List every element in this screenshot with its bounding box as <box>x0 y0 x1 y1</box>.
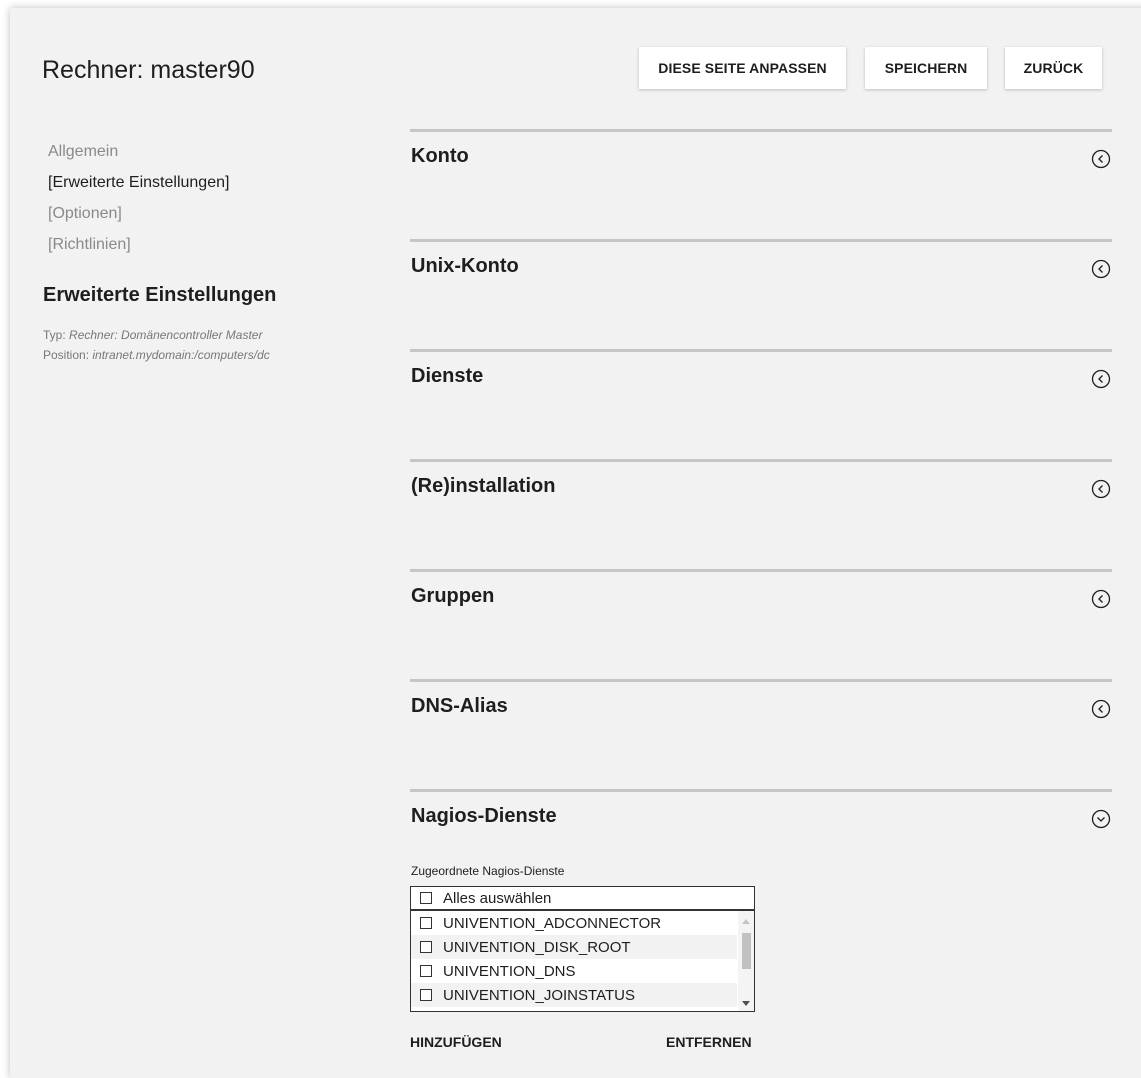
chevron-left-circle-icon[interactable] <box>1090 368 1112 390</box>
nagios-field-label: Zugeordnete Nagios-Dienste <box>411 864 565 878</box>
checkbox-icon[interactable] <box>420 965 432 977</box>
save-button[interactable]: SPEICHERN <box>865 47 987 89</box>
select-all-row[interactable]: Alles auswählen <box>411 887 754 911</box>
section-reinstallation[interactable]: (Re)installation <box>410 459 1112 499</box>
section-title: DNS-Alias <box>411 695 508 717</box>
chevron-left-circle-icon[interactable] <box>1090 478 1112 500</box>
list-item-label: UNIVENTION_DISK_ROOT <box>443 938 631 956</box>
sidebar-item-richtlinien[interactable]: [Richtlinien] <box>48 229 348 260</box>
sidebar-nav: Allgemein [Erweiterte Einstellungen] [Op… <box>48 136 348 260</box>
section-title: Konto <box>411 145 469 167</box>
section-title: Unix-Konto <box>411 255 519 277</box>
back-button[interactable]: ZURÜCK <box>1005 47 1102 89</box>
section-gruppen[interactable]: Gruppen <box>410 569 1112 609</box>
checkbox-icon[interactable] <box>420 917 432 929</box>
sidebar-item-optionen[interactable]: [Optionen] <box>48 198 348 229</box>
sidebar-item-allgemein[interactable]: Allgemein <box>48 136 348 167</box>
nagios-services-list: UNIVENTION_ADCONNECTOR UNIVENTION_DISK_R… <box>411 911 737 1007</box>
object-position-value: intranet.mydomain:/computers/dc <box>92 348 270 362</box>
chevron-left-circle-icon[interactable] <box>1090 588 1112 610</box>
list-item-label: UNIVENTION_ADCONNECTOR <box>443 914 662 932</box>
section-title: Nagios-Dienste <box>411 805 557 827</box>
object-position: Position: intranet.mydomain:/computers/d… <box>43 345 270 365</box>
remove-button[interactable]: ENTFERNEN <box>666 1034 752 1050</box>
section-dienste[interactable]: Dienste <box>410 349 1112 389</box>
scrollbar-thumb[interactable] <box>742 933 751 969</box>
section-title: (Re)installation <box>411 475 556 497</box>
list-scrollbar[interactable] <box>738 911 754 1011</box>
section-dns-alias[interactable]: DNS-Alias <box>410 679 1112 719</box>
section-konto[interactable]: Konto <box>410 129 1112 169</box>
list-item[interactable]: UNIVENTION_ADCONNECTOR <box>411 911 737 935</box>
list-item[interactable]: UNIVENTION_JOINSTATUS <box>411 983 737 1007</box>
list-item[interactable]: UNIVENTION_DNS <box>411 959 737 983</box>
object-type-label: Typ: <box>43 328 66 342</box>
sidebar-item-erweiterte-einstellungen[interactable]: [Erweiterte Einstellungen] <box>48 167 348 198</box>
main-panel: Rechner: master90 DIESE SEITE ANPASSEN S… <box>10 8 1141 1078</box>
section-title: Gruppen <box>411 585 495 607</box>
checkbox-icon[interactable] <box>420 989 432 1001</box>
object-meta: Typ: Rechner: Domänencontroller Master P… <box>43 325 270 365</box>
list-item-label: UNIVENTION_JOINSTATUS <box>443 986 635 1004</box>
section-unix-konto[interactable]: Unix-Konto <box>410 239 1112 279</box>
object-position-label: Position: <box>43 348 90 362</box>
scroll-down-arrow-icon[interactable] <box>742 1001 750 1006</box>
add-button[interactable]: HINZUFÜGEN <box>410 1034 502 1050</box>
section-nagios-dienste[interactable]: Nagios-Dienste <box>410 789 1112 829</box>
chevron-left-circle-icon[interactable] <box>1090 148 1112 170</box>
select-all-label: Alles auswählen <box>443 889 552 907</box>
checkbox-icon[interactable] <box>420 941 432 953</box>
scroll-up-arrow-icon[interactable] <box>742 919 750 924</box>
chevron-left-circle-icon[interactable] <box>1090 698 1112 720</box>
nagios-services-select[interactable]: Alles auswählen UNIVENTION_ADCONNECTOR U… <box>410 886 755 1012</box>
object-type: Typ: Rechner: Domänencontroller Master <box>43 325 270 345</box>
page-title: Rechner: master90 <box>42 56 255 84</box>
object-type-value: Rechner: Domänencontroller Master <box>69 328 263 342</box>
sidebar-section-heading: Erweiterte Einstellungen <box>43 284 277 306</box>
chevron-left-circle-icon[interactable] <box>1090 258 1112 280</box>
chevron-down-circle-icon[interactable] <box>1090 808 1112 830</box>
customize-page-button[interactable]: DIESE SEITE ANPASSEN <box>639 47 846 89</box>
checkbox-icon[interactable] <box>420 892 432 904</box>
list-item[interactable]: UNIVENTION_DISK_ROOT <box>411 935 737 959</box>
section-title: Dienste <box>411 365 484 387</box>
list-item-label: UNIVENTION_DNS <box>443 962 576 980</box>
